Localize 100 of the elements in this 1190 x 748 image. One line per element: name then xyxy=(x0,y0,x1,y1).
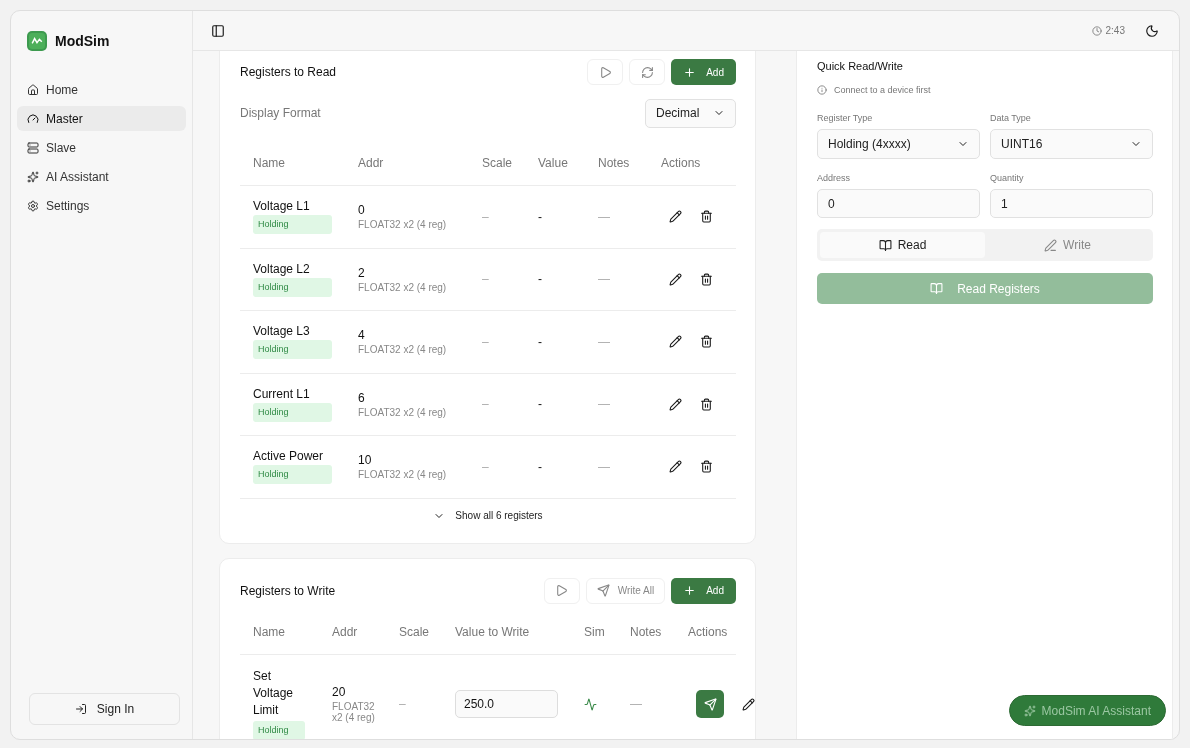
type-tag: Holding xyxy=(253,340,332,360)
notes-value: — xyxy=(598,272,611,287)
column-header: Notes xyxy=(598,155,631,170)
column-header: Addr xyxy=(332,625,359,639)
scale-value: – xyxy=(482,459,490,474)
plus-icon xyxy=(683,65,697,79)
column-header: Scale xyxy=(482,155,514,170)
edit-icon[interactable] xyxy=(669,210,682,224)
field-label: Data Type xyxy=(990,113,1032,123)
scale-value: – xyxy=(482,397,490,412)
register-value: - xyxy=(538,209,543,224)
pulse-icon[interactable] xyxy=(584,697,597,711)
login-icon xyxy=(74,703,87,715)
type-tag: Holding xyxy=(253,402,332,422)
address-value: 0 xyxy=(358,203,366,218)
play-icon xyxy=(555,584,569,597)
edit-icon[interactable] xyxy=(669,335,682,349)
register-name: Voltage L3 xyxy=(253,324,311,339)
clock-icon xyxy=(1091,25,1102,36)
card-title: Registers to Write xyxy=(240,583,336,598)
display-format-select[interactable]: Decimal xyxy=(645,98,736,128)
notes-value: — xyxy=(598,334,611,349)
sidebar-toggle-icon[interactable] xyxy=(211,23,225,38)
notes-value: — xyxy=(598,209,611,224)
register-name: Voltage L1 xyxy=(253,199,311,214)
column-header: Name xyxy=(252,625,286,639)
server-icon xyxy=(27,141,39,154)
type-tag: Holding xyxy=(253,465,332,485)
plus-icon xyxy=(683,584,697,597)
register-value: - xyxy=(538,334,543,349)
panel-title: Quick Read/Write xyxy=(817,59,904,74)
notes-value: — xyxy=(598,397,611,412)
refresh-icon xyxy=(640,65,654,79)
sidebar-item[interactable]: AI Assistant xyxy=(17,164,186,189)
trash-icon[interactable] xyxy=(700,397,713,411)
write-all-button[interactable]: Write All xyxy=(585,577,666,604)
play-button[interactable] xyxy=(587,59,624,85)
trash-icon[interactable] xyxy=(700,460,713,474)
scale-value: – xyxy=(482,209,490,224)
play-button[interactable] xyxy=(543,577,580,604)
register-name: Current L1 xyxy=(253,386,311,401)
sparkles-icon xyxy=(1023,704,1036,717)
notes-value: — xyxy=(630,697,643,711)
edit-icon[interactable] xyxy=(742,697,755,711)
sidebar-item[interactable]: Home xyxy=(17,77,186,102)
show-all-button[interactable]: Show all 6 registers xyxy=(427,508,549,523)
column-header: Scale xyxy=(399,625,431,639)
app-name: ModSim xyxy=(55,33,110,49)
column-header: Value xyxy=(538,155,569,170)
card-title: Registers to Read xyxy=(240,65,337,79)
edit-icon[interactable] xyxy=(669,397,682,411)
pen-icon xyxy=(1044,238,1058,252)
add-button[interactable]: Add xyxy=(671,59,736,85)
notice-text: Connect to a device first xyxy=(834,85,931,95)
edit-icon[interactable] xyxy=(669,460,682,474)
scale-value: – xyxy=(482,272,490,287)
value-input[interactable]: 250.0 xyxy=(455,690,558,718)
settings-icon xyxy=(27,199,39,212)
edit-icon[interactable] xyxy=(669,272,682,286)
sparkles-icon xyxy=(27,170,39,183)
column-header: Notes xyxy=(630,625,663,639)
sidebar-item[interactable]: Settings xyxy=(17,193,186,218)
gauge-icon xyxy=(27,112,39,125)
address-value: 2 xyxy=(358,265,366,280)
info-icon xyxy=(817,85,827,95)
data-format: FLOAT32 x2 (4 reg) xyxy=(358,406,448,418)
column-header: Value to Write xyxy=(455,625,531,639)
send-icon xyxy=(596,584,610,597)
column-header: Name xyxy=(252,155,286,170)
refresh-button[interactable] xyxy=(629,59,666,85)
address-value: 6 xyxy=(358,390,366,405)
trash-icon[interactable] xyxy=(700,272,713,286)
scale-value: – xyxy=(482,334,490,349)
register-name: Voltage L2 xyxy=(253,261,311,276)
type-tag: Holding xyxy=(253,277,332,297)
data-format: FLOAT32 x2 (4 reg) xyxy=(358,219,448,231)
address-value: 10 xyxy=(358,453,373,468)
column-header: Actions xyxy=(661,155,702,170)
trash-icon[interactable] xyxy=(700,210,713,224)
column-header: Actions xyxy=(688,625,729,639)
book-icon xyxy=(930,282,944,295)
address-value: 4 xyxy=(358,328,366,343)
register-name: Set Voltage Limit xyxy=(253,668,295,719)
sidebar-item[interactable]: Master xyxy=(17,106,186,131)
field-label: Display Format xyxy=(240,106,321,120)
clock-time: 2:43 xyxy=(1105,25,1125,36)
sign-in-button[interactable]: Sign In xyxy=(29,693,180,725)
add-button[interactable]: Add xyxy=(671,577,736,604)
register-value: - xyxy=(538,397,543,412)
play-icon xyxy=(598,65,612,79)
data-format: FLOAT32 x2 (4 reg) xyxy=(332,701,376,723)
register-name: Active Power xyxy=(253,449,325,464)
sidebar-item[interactable]: Slave xyxy=(17,135,186,160)
field-label: Quantity xyxy=(990,173,1025,183)
register-value: - xyxy=(538,272,543,287)
book-icon xyxy=(878,238,892,252)
send-button[interactable] xyxy=(696,690,724,718)
moon-icon[interactable] xyxy=(1145,23,1159,38)
trash-icon[interactable] xyxy=(700,335,713,349)
column-header: Addr xyxy=(358,155,385,170)
